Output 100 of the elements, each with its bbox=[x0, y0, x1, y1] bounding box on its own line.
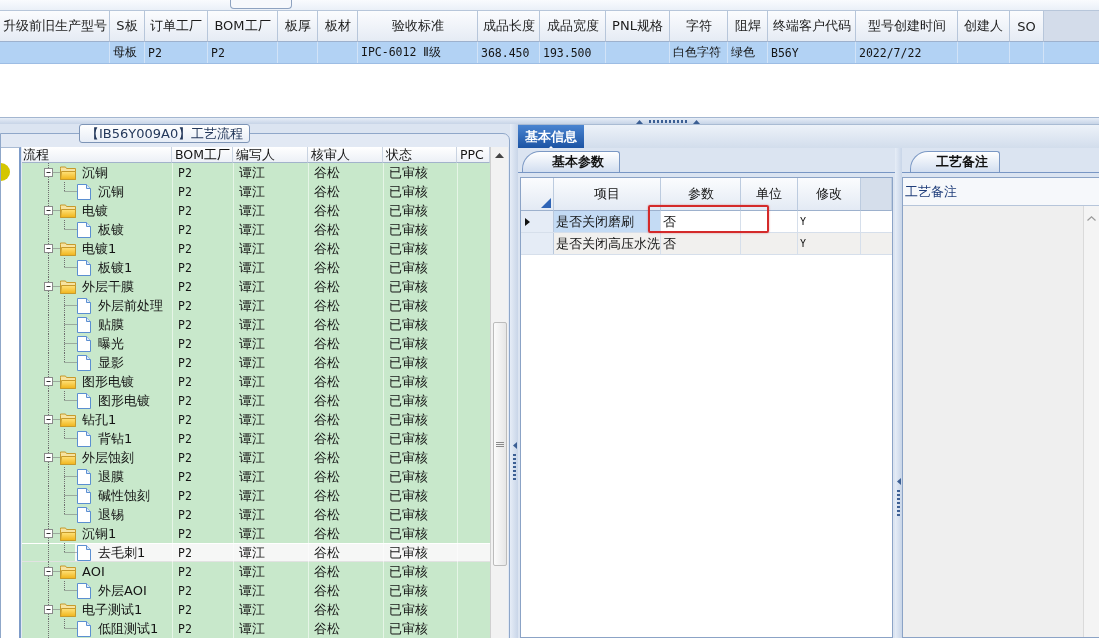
tree-row[interactable]: 图形电镀 P2 谭江 谷松 已审核 bbox=[22, 391, 490, 410]
collapse-icon[interactable] bbox=[44, 244, 53, 253]
table-cell: 谭江 bbox=[233, 562, 308, 581]
tree-row[interactable]: 板镀 P2 谭江 谷松 已审核 bbox=[22, 220, 490, 239]
table-cell: P2 bbox=[172, 239, 233, 258]
table-cell: 谷松 bbox=[308, 524, 383, 543]
grip-icon[interactable] bbox=[896, 478, 901, 518]
tree-row[interactable]: 外层前处理 P2 谭江 谷松 已审核 bbox=[22, 296, 490, 315]
document-icon bbox=[77, 620, 91, 637]
collapse-icon[interactable] bbox=[44, 168, 53, 177]
tree-row[interactable]: 板镀1 P2 谭江 谷松 已审核 bbox=[22, 258, 490, 277]
table-cell: P2 bbox=[172, 182, 233, 201]
table-cell: 已审核 bbox=[383, 296, 457, 315]
tree-row[interactable]: 外层AOI P2 谭江 谷松 已审核 bbox=[22, 581, 490, 600]
collapse-icon[interactable] bbox=[44, 282, 53, 291]
grip-icon[interactable] bbox=[636, 118, 700, 124]
collapse-icon[interactable] bbox=[44, 567, 53, 576]
collapse-icon[interactable] bbox=[44, 415, 53, 424]
tab[interactable]: 基本参数 bbox=[522, 151, 620, 172]
table-row[interactable]: 是否关闭高压水洗 否 Y bbox=[521, 233, 892, 255]
table-cell: P2 bbox=[172, 315, 233, 334]
tree-item-label: 图形电镀 bbox=[98, 391, 150, 410]
table-cell: 谭江 bbox=[233, 239, 308, 258]
table-cell: 谭江 bbox=[233, 201, 308, 220]
document-icon bbox=[77, 392, 91, 409]
tree-item-label: 去毛刺1 bbox=[98, 543, 146, 562]
tree-item-label: 外层前处理 bbox=[98, 296, 163, 315]
tree-row[interactable]: 碱性蚀刻 P2 谭江 谷松 已审核 bbox=[22, 486, 490, 505]
tab[interactable]: 基本信息 bbox=[518, 125, 584, 148]
grip-icon[interactable] bbox=[511, 442, 517, 482]
tree-row[interactable]: 电镀1 P2 谭江 谷松 已审核 bbox=[22, 239, 490, 258]
table-cell: 谷松 bbox=[308, 562, 383, 581]
collapse-icon[interactable] bbox=[44, 453, 53, 462]
table-cell: 谭江 bbox=[233, 315, 308, 334]
table-cell: P2 bbox=[172, 581, 233, 600]
document-icon bbox=[77, 582, 91, 599]
table-cell: 谭江 bbox=[233, 353, 308, 372]
table-cell: 193.500 bbox=[540, 42, 606, 63]
scroll-thumb[interactable] bbox=[492, 322, 507, 566]
table-cell: P2 bbox=[172, 334, 233, 353]
collapse-icon[interactable] bbox=[44, 206, 53, 215]
column-header: 字符 bbox=[670, 10, 728, 42]
tree-row[interactable]: 退膜 P2 谭江 谷松 已审核 bbox=[22, 467, 490, 486]
table-cell: P2 bbox=[172, 296, 233, 315]
document-icon bbox=[77, 316, 91, 333]
scrollbar[interactable] bbox=[1083, 206, 1099, 637]
tree-row[interactable]: 贴膜 P2 谭江 谷松 已审核 bbox=[22, 315, 490, 334]
tree-row[interactable]: 曝光 P2 谭江 谷松 已审核 bbox=[22, 334, 490, 353]
tree-row[interactable]: 沉铜 P2 谭江 谷松 已审核 bbox=[22, 163, 490, 182]
table-row[interactable]: 母板 P2 P2 IPC-6012 Ⅱ级 368.450 193.500 白色字符 绿色 B56Y 2022/7/22 bbox=[0, 42, 1099, 64]
tree-row[interactable]: 沉铜1 P2 谭江 谷松 已审核 bbox=[22, 524, 490, 543]
table-cell: 已审核 bbox=[383, 581, 457, 600]
column-header: 状态 bbox=[383, 147, 457, 163]
tree-item-label: AOI bbox=[82, 564, 105, 579]
scrollbar[interactable] bbox=[490, 147, 508, 638]
table-cell: 谭江 bbox=[233, 296, 308, 315]
table-cell: 谷松 bbox=[308, 201, 383, 220]
tree-row[interactable]: 电子测试1 P2 谭江 谷松 已审核 bbox=[22, 600, 490, 619]
tree-row[interactable]: 外层干膜 P2 谭江 谷松 已审核 bbox=[22, 277, 490, 296]
table-cell: P2 bbox=[172, 562, 233, 581]
scroll-up-icon[interactable] bbox=[495, 153, 504, 158]
row-header[interactable] bbox=[521, 211, 554, 232]
table-cell: 谷松 bbox=[308, 315, 383, 334]
table-cell: 母板 bbox=[110, 42, 145, 63]
table-cell: 谷松 bbox=[308, 600, 383, 619]
collapse-icon[interactable] bbox=[44, 605, 53, 614]
table-cell: 谷松 bbox=[308, 505, 383, 524]
table-cell: 已审核 bbox=[383, 220, 457, 239]
tree-row[interactable]: 去毛刺1 P2 谭江 谷松 已审核 bbox=[22, 543, 490, 562]
tree-row[interactable]: 沉铜 P2 谭江 谷松 已审核 bbox=[22, 182, 490, 201]
column-header: 创建人 bbox=[958, 10, 1010, 42]
tree-row[interactable]: 退锡 P2 谭江 谷松 已审核 bbox=[22, 505, 490, 524]
tree-row[interactable]: 低阻测试1 P2 谭江 谷松 已审核 bbox=[22, 619, 490, 638]
tree-item-label: 碱性蚀刻 bbox=[98, 486, 150, 505]
tree-row[interactable]: 钻孔1 P2 谭江 谷松 已审核 bbox=[22, 410, 490, 429]
collapse-icon[interactable] bbox=[44, 529, 53, 538]
column-header: 修改 bbox=[798, 178, 861, 211]
tree-row[interactable]: 图形电镀 P2 谭江 谷松 已审核 bbox=[22, 372, 490, 391]
tree-row[interactable]: 背钻1 P2 谭江 谷松 已审核 bbox=[22, 429, 490, 448]
tree-row[interactable]: AOI P2 谭江 谷松 已审核 bbox=[22, 562, 490, 581]
folder-icon bbox=[60, 602, 76, 617]
collapse-icon[interactable] bbox=[44, 377, 53, 386]
table-cell: 已审核 bbox=[383, 410, 457, 429]
table-cell: 谭江 bbox=[233, 429, 308, 448]
tree-row[interactable]: 外层蚀刻 P2 谭江 谷松 已审核 bbox=[22, 448, 490, 467]
tree-item-label: 退锡 bbox=[98, 505, 124, 524]
tree-row[interactable]: 显影 P2 谭江 谷松 已审核 bbox=[22, 353, 490, 372]
table-cell: 否 bbox=[661, 233, 741, 254]
tree-row[interactable]: 电镀 P2 谭江 谷松 已审核 bbox=[22, 201, 490, 220]
table-cell: P2 bbox=[172, 505, 233, 524]
table-cell: 谭江 bbox=[233, 581, 308, 600]
column-header: BOM工厂 bbox=[208, 10, 278, 42]
column-header: 终端客户代码 bbox=[768, 10, 856, 42]
corner-triangle-icon[interactable] bbox=[541, 198, 551, 208]
table-cell: B56Y bbox=[768, 42, 856, 63]
column-header: 订单工厂 bbox=[145, 10, 208, 42]
table-cell: 已审核 bbox=[383, 239, 457, 258]
tab[interactable]: 工艺备注 bbox=[910, 151, 1000, 172]
tree-item-label: 板镀 bbox=[98, 220, 124, 239]
column-header: 成品宽度 bbox=[540, 10, 606, 42]
